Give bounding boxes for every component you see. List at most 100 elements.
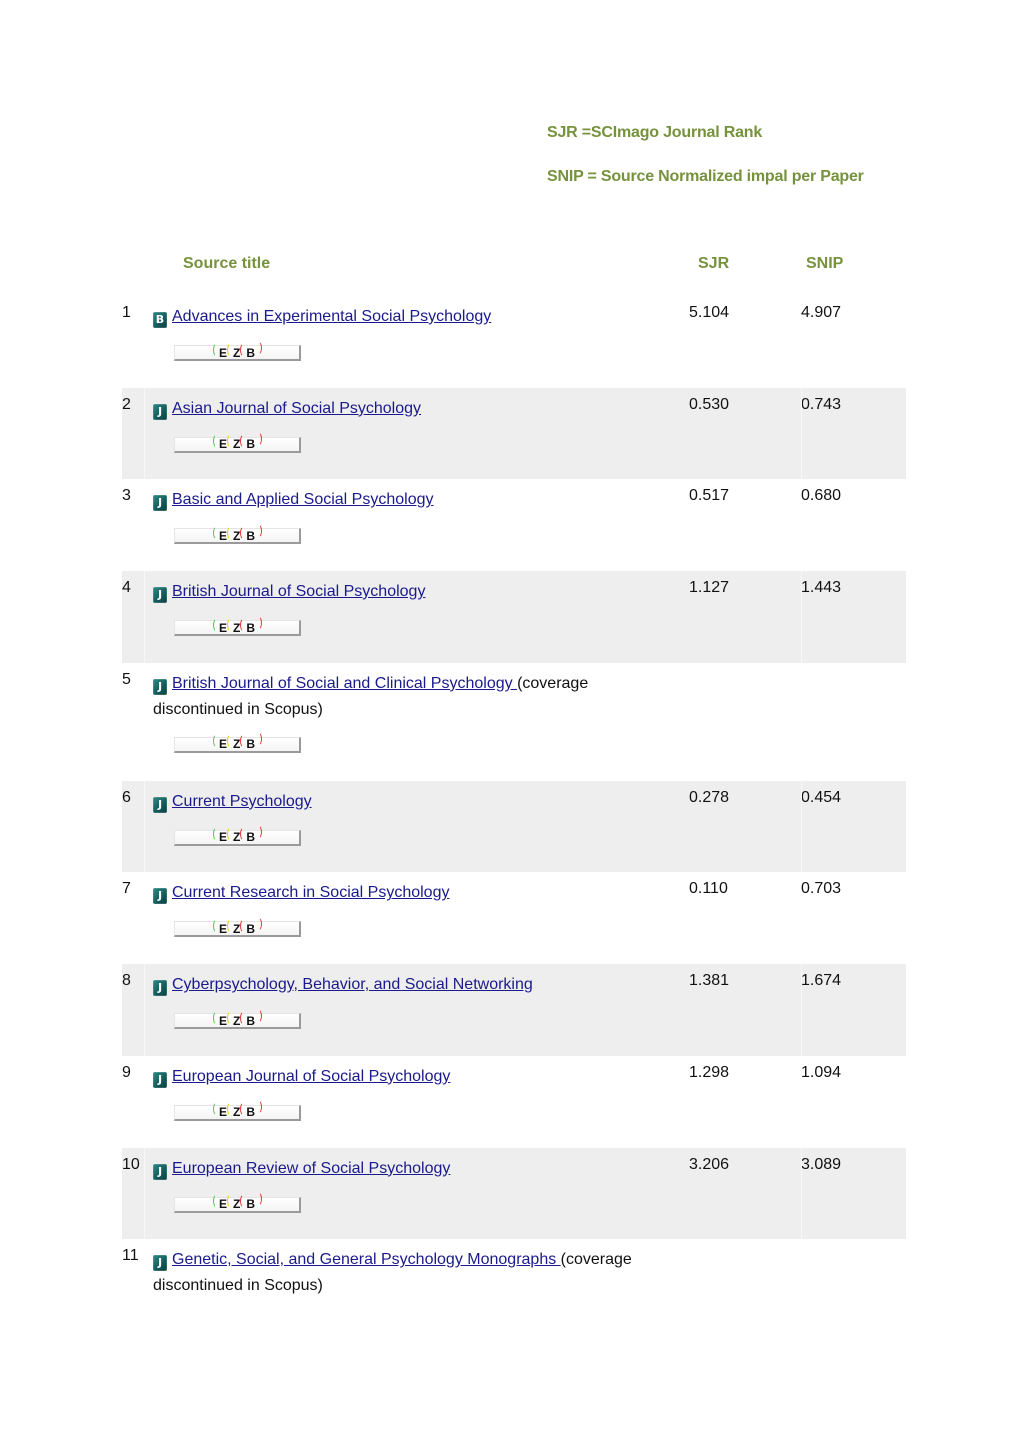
column-header-source-title: Source title	[183, 255, 271, 272]
row-number: 7	[122, 880, 131, 898]
sjr-definition: SJR =SCImago Journal Rank	[547, 124, 763, 141]
table-row: 11 J Genetic, Social, and General Psycholo…	[122, 1239, 906, 1357]
snip-value: 0.743	[801, 395, 842, 413]
ezb-traffic-light-arc-icon	[227, 918, 235, 933]
journal-icon: J	[153, 678, 167, 695]
column-header-snip: SNIP	[806, 255, 844, 272]
sjr-value: 0.517	[689, 487, 730, 505]
ezb-traffic-light-arc-icon	[227, 525, 235, 540]
sjr-value: 0.110	[689, 880, 728, 898]
row-number: 5	[122, 670, 131, 688]
journal-title-link[interactable]: Asian Journal of Social Psychology	[172, 400, 421, 417]
sjr-value: 1.298	[689, 1063, 730, 1081]
snip-value: 3.089	[801, 1155, 842, 1173]
journal-icon: J	[153, 403, 167, 420]
ezb-traffic-light-arc-icon	[254, 825, 263, 840]
ezb-traffic-light-arc-icon	[254, 1008, 263, 1023]
ezb-traffic-light-arc-icon	[227, 1194, 235, 1208]
journal-title-link[interactable]: Current Research in Social Psychology	[172, 884, 449, 901]
ezb-traffic-light-arc-icon	[212, 918, 221, 933]
row-number: 1	[122, 304, 131, 321]
ezb-traffic-light-arc-icon	[227, 342, 235, 357]
row-number: 8	[122, 972, 131, 990]
table-row: 10 J European Review of Social Psychology 3…	[122, 1147, 906, 1240]
journal-icon: J	[153, 495, 167, 512]
source-title-cell: J European Review of Social Psychology	[153, 1156, 673, 1182]
ezb-availability-button[interactable]: EZB	[174, 732, 301, 753]
ezb-availability-button[interactable]: EZB	[174, 916, 301, 938]
journal-icon: J	[153, 796, 167, 813]
sjr-value: 1.127	[689, 579, 730, 597]
snip-value: 0.680	[801, 487, 842, 505]
snip-value: 1.094	[801, 1063, 842, 1081]
table-row: 6 J Current Psychology 0.278 0.454 E Z B	[122, 780, 906, 873]
row-number: 11	[122, 1247, 139, 1265]
source-title-cell: J Genetic, Social, and General Psychology…	[153, 1247, 673, 1299]
row-number: 10	[122, 1155, 140, 1173]
ezb-traffic-light-arc-icon	[254, 523, 263, 538]
ezb-letter-b: B	[240, 1008, 263, 1028]
table-row: 7 J Current Research in Social Psychology 0…	[122, 872, 906, 964]
sjr-value: 0.530	[689, 395, 730, 413]
sjr-value: 1.381	[689, 972, 730, 990]
ezb-availability-button[interactable]: EZB	[174, 523, 301, 545]
ezb-availability-button[interactable]: EZB	[174, 432, 301, 453]
ezb-traffic-light-arc-icon	[227, 1010, 235, 1025]
ezb-traffic-light-arc-icon	[254, 1100, 263, 1115]
table-row: 5 J British Journal of Social and Clinical…	[122, 663, 906, 781]
journal-title-link[interactable]: Advances in Experimental Social Psycholo…	[172, 308, 491, 325]
journal-icon: J	[153, 1071, 167, 1088]
sjr-value: 3.206	[689, 1155, 730, 1173]
table-row: 8 J Cyberpsychology, Behavior, and Social …	[122, 964, 906, 1056]
sjr-value: 5.104	[689, 304, 730, 321]
journal-title-link[interactable]: Current Psychology	[172, 793, 312, 810]
journal-icon: J	[153, 888, 167, 905]
ezb-letter-b: B	[240, 1192, 263, 1211]
table-row: 4 J British Journal of Social Psychology 1.…	[122, 571, 906, 663]
journal-icon: J	[153, 980, 167, 997]
ezb-traffic-light-arc-icon	[254, 732, 263, 747]
ezb-letter-b: B	[240, 1100, 263, 1119]
journal-title-link[interactable]: Cyberpsychology, Behavior, and Social Ne…	[172, 976, 533, 993]
source-title-cell: J European Journal of Social Psychology	[153, 1064, 673, 1090]
book-series-icon: B	[153, 312, 167, 328]
journal-title-link[interactable]: Genetic, Social, and General Psychology …	[172, 1251, 561, 1268]
journal-title-link[interactable]: Basic and Applied Social Psychology	[172, 491, 434, 508]
ezb-availability-button[interactable]: EZB	[174, 1192, 301, 1213]
journal-icon: J	[153, 587, 167, 604]
ezb-availability-button[interactable]: EZB	[174, 340, 301, 361]
ezb-availability-button[interactable]: EZB	[174, 615, 301, 637]
row-number: 2	[122, 395, 131, 413]
journal-title-link[interactable]: British Journal of Social and Clinical P…	[172, 675, 517, 692]
row-number: 9	[122, 1063, 131, 1081]
source-title-cell: J Basic and Applied Social Psychology	[153, 487, 673, 513]
ezb-traffic-light-arc-icon	[212, 525, 221, 540]
snip-value: 0.703	[801, 880, 842, 898]
source-title-cell: J Cyberpsychology, Behavior, and Social N…	[153, 972, 673, 998]
ezb-availability-button[interactable]: EZB	[174, 1008, 301, 1030]
snip-value: 1.674	[801, 972, 842, 990]
ezb-availability-button[interactable]: EZB	[174, 825, 301, 846]
table-row: 3 J Basic and Applied Social Psychology 0.5…	[122, 479, 906, 571]
sjr-value: 0.278	[689, 788, 730, 806]
snip-value: 0.454	[801, 788, 842, 806]
source-title-cell: J Current Research in Social Psychology	[153, 880, 673, 906]
journal-title-link[interactable]: British Journal of Social Psychology	[172, 583, 425, 600]
table-row: 1 B Advances in Experimental Social Psycho…	[122, 296, 906, 388]
journal-title-link[interactable]: European Journal of Social Psychology	[172, 1068, 450, 1085]
ezb-letter-b: B	[240, 615, 263, 635]
ezb-availability-button[interactable]: EZB	[174, 1100, 301, 1121]
row-number: 4	[122, 579, 131, 597]
table-row: 2 J Asian Journal of Social Psychology 0.53…	[122, 387, 906, 480]
journal-icon: J	[153, 1163, 167, 1180]
ezb-letter-b: B	[240, 432, 263, 451]
ezb-traffic-light-arc-icon	[254, 1192, 263, 1206]
source-title-cell: J British Journal of Social Psychology	[153, 579, 673, 605]
source-title-cell: J British Journal of Social and Clinical …	[153, 671, 673, 723]
ezb-letter-b: B	[240, 916, 263, 936]
snip-value: 1.443	[801, 579, 842, 597]
ezb-traffic-light-arc-icon	[212, 1010, 221, 1025]
ezb-letter-b: B	[240, 523, 263, 543]
journal-title-link[interactable]: European Review of Social Psychology	[172, 1160, 450, 1177]
ezb-traffic-light-arc-icon	[254, 340, 263, 355]
